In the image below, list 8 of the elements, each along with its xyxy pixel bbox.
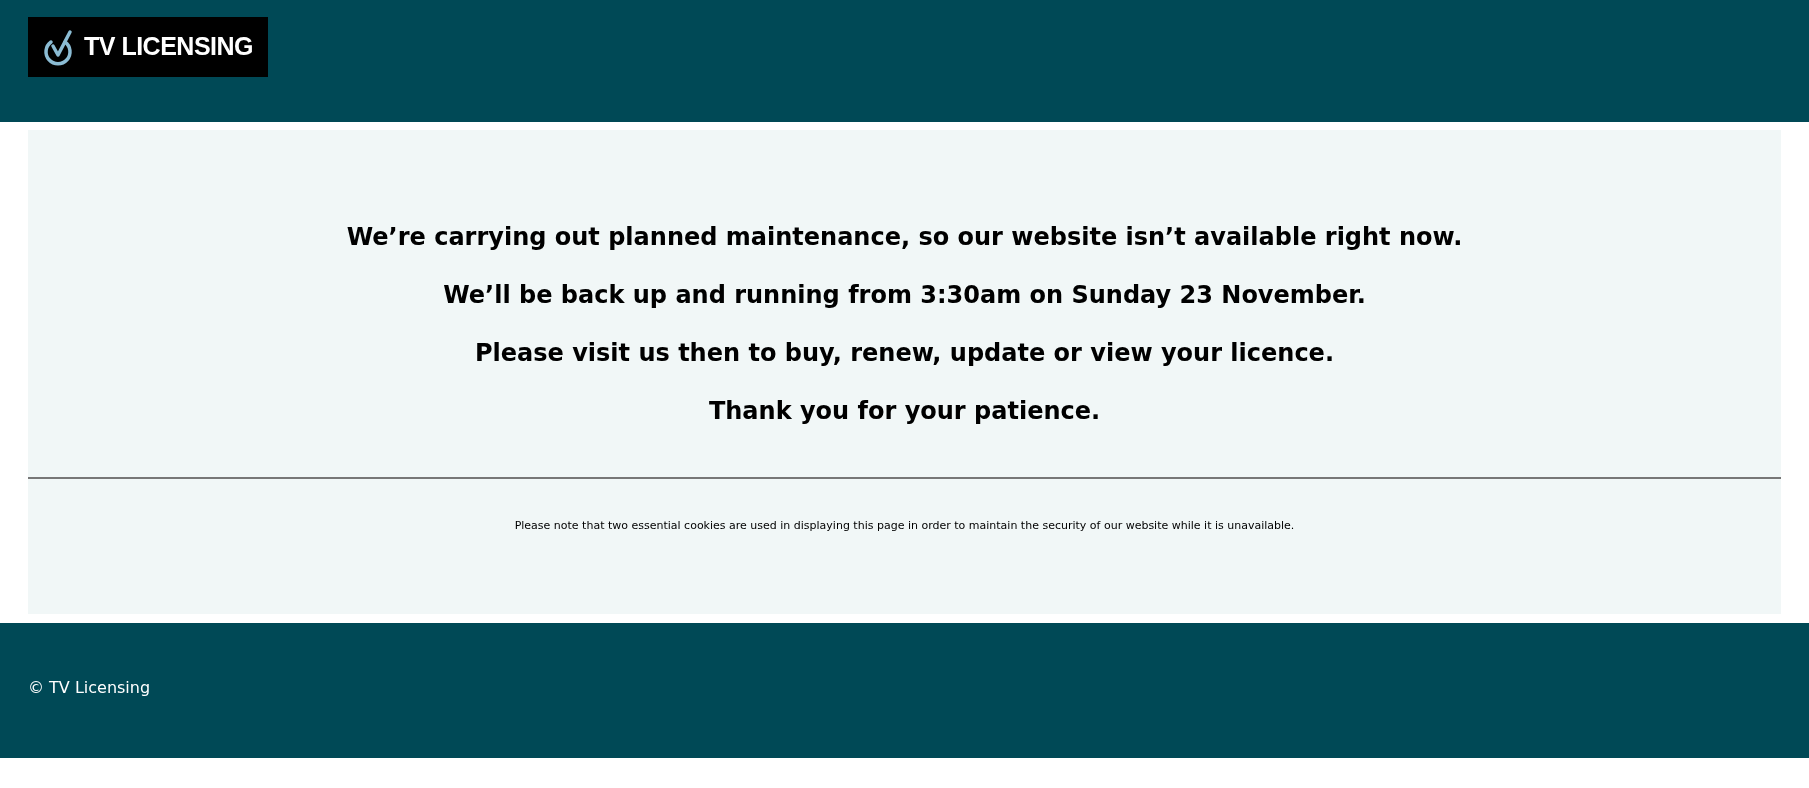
- cookie-notice: Please note that two essential cookies are used in displaying this page in order to maintain the security of our website while it is unavailable.: [513, 518, 1296, 534]
- maintenance-message: We’ll be back up and running from 3:30am on Sunday 23 November.: [443, 282, 1366, 308]
- logo[interactable]: TV LICENSING: [28, 17, 268, 77]
- maintenance-message: We’re carrying out planned maintenance, so our website isn’t available right now.: [346, 224, 1463, 250]
- logo-text: TV LICENSING: [84, 31, 253, 63]
- maintenance-message: Thank you for your patience.: [708, 398, 1101, 424]
- copyright-text: © TV Licensing: [28, 678, 151, 697]
- maintenance-message: Please visit us then to buy, renew, update or view your licence.: [475, 340, 1334, 366]
